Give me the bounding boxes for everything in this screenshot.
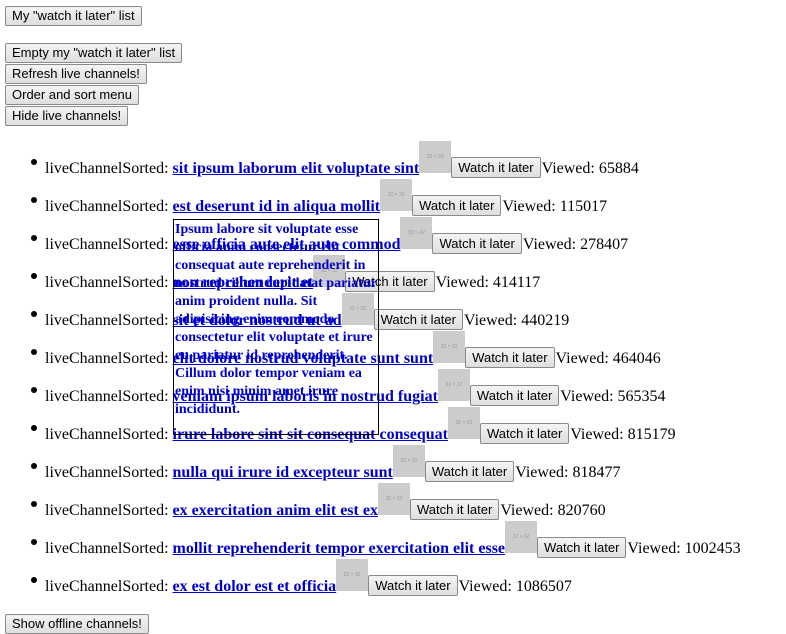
channel-thumbnail: 32 × 32 <box>392 445 425 477</box>
viewed-label: Viewed: <box>515 464 569 481</box>
channel-link[interactable]: est deserunt id in aliqua mollit <box>173 197 381 217</box>
channel-thumbnail: 32 × 32 <box>336 559 369 591</box>
watch-it-later-button[interactable]: Watch it later <box>409 499 500 520</box>
channel-prefix: liveChannelSorted: <box>45 540 169 557</box>
refresh-live-button[interactable]: Refresh live channels! <box>5 64 147 84</box>
channel-prefix: liveChannelSorted: <box>45 274 169 291</box>
channel-thumbnail: 32 × 32 <box>433 331 466 363</box>
channel-prefix: liveChannelSorted: <box>45 464 169 481</box>
bullet-icon <box>31 425 37 431</box>
channel-link[interactable]: sit ipsum laborum elit voluptate sint <box>173 159 420 179</box>
viewed-count: 278407 <box>580 236 629 253</box>
viewed-label: Viewed: <box>627 540 681 557</box>
viewed-label: Viewed: <box>570 426 624 443</box>
viewed-count: 815179 <box>627 426 676 443</box>
viewed-label: Viewed: <box>435 274 489 291</box>
viewed-count: 820760 <box>557 502 606 519</box>
watch-it-later-button[interactable]: Watch it later <box>412 195 502 216</box>
watch-it-later-button[interactable]: Watch it later <box>465 347 555 368</box>
viewed-label: Viewed: <box>500 502 554 519</box>
viewed-label: Viewed: <box>458 578 512 595</box>
watch-it-later-button[interactable]: Watch it later <box>469 385 560 406</box>
bullet-icon <box>31 501 37 507</box>
watch-it-later-button[interactable]: Watch it later <box>373 309 463 330</box>
viewed-count: 1086507 <box>515 578 572 595</box>
viewed-count: 440219 <box>521 312 570 329</box>
bullet-icon <box>31 273 37 279</box>
channel-link[interactable]: ex est dolor est et officia <box>173 577 337 597</box>
channel-prefix: liveChannelSorted: <box>45 426 169 443</box>
watch-it-later-button[interactable]: Watch it later <box>451 157 541 178</box>
bullet-icon <box>31 235 37 241</box>
watch-it-later-button[interactable]: Watch it later <box>432 233 522 254</box>
viewed-count: 818477 <box>572 464 621 481</box>
bullet-icon <box>31 311 37 317</box>
bullet-icon <box>31 349 37 355</box>
viewed-label: Viewed: <box>541 160 595 177</box>
viewed-count: 414117 <box>492 274 541 291</box>
channel-link[interactable]: nulla qui irure id excepteur sunt <box>173 463 393 483</box>
channel-thumbnail: 32 × 32 <box>400 217 433 249</box>
channel-thumbnail: 32 × 32 <box>380 179 413 211</box>
viewed-label: Viewed: <box>522 236 577 253</box>
channel-prefix: liveChannelSorted: <box>45 502 169 519</box>
watch-later-list-button[interactable]: My "watch it later" list <box>5 6 142 26</box>
viewed-count: 565354 <box>617 388 666 405</box>
empty-watch-later-button[interactable]: Empty my "watch it later" list <box>5 43 183 63</box>
viewed-label: Viewed: <box>555 350 609 367</box>
watch-it-later-button[interactable]: Watch it later <box>537 537 627 558</box>
channel-thumbnail: 32 × 32 <box>419 141 452 173</box>
channel-prefix: liveChannelSorted: <box>45 160 169 177</box>
channel-description-tooltip: Ipsum labore sit voluptate esse officia … <box>173 219 379 435</box>
channel-prefix: liveChannelSorted: <box>45 350 169 367</box>
channel-thumbnail: 32 × 32 <box>447 407 480 439</box>
watch-it-later-button[interactable]: Watch it later <box>424 461 515 482</box>
viewed-count: 65884 <box>598 160 639 177</box>
show-offline-button[interactable]: Show offline channels! <box>5 614 149 634</box>
watch-it-later-button[interactable]: Watch it later <box>368 575 458 596</box>
order-sort-menu-button[interactable]: Order and sort menu <box>5 85 139 105</box>
watch-it-later-button[interactable]: Watch it later <box>479 423 570 444</box>
viewed-count: 464046 <box>612 350 661 367</box>
channel-link[interactable]: mollit reprehenderit tempor exercitation… <box>173 539 506 559</box>
bullet-icon <box>31 539 37 545</box>
bullet-icon <box>31 159 37 165</box>
channel-prefix: liveChannelSorted: <box>45 236 169 253</box>
viewed-count: 1002453 <box>684 540 741 557</box>
viewed-label: Viewed: <box>463 312 518 329</box>
viewed-count: 115017 <box>559 198 608 215</box>
bullet-icon <box>31 463 37 469</box>
viewed-label: Viewed: <box>560 388 614 405</box>
channel-link[interactable]: ex exercitation anim elit est ex <box>173 501 378 521</box>
channel-thumbnail: 32 × 32 <box>437 369 470 401</box>
channel-prefix: liveChannelSorted: <box>45 578 169 595</box>
bullet-icon <box>31 197 37 203</box>
viewed-label: Viewed: <box>502 198 556 215</box>
channel-thumbnail: 32 × 32 <box>505 521 538 553</box>
channel-prefix: liveChannelSorted: <box>45 312 169 329</box>
channel-thumbnail: 32 × 32 <box>377 483 410 515</box>
bullet-icon <box>31 387 37 393</box>
channel-prefix: liveChannelSorted: <box>45 198 169 215</box>
bullet-icon <box>31 577 37 583</box>
hide-live-button[interactable]: Hide live channels! <box>5 106 129 126</box>
channel-prefix: liveChannelSorted: <box>45 388 169 405</box>
